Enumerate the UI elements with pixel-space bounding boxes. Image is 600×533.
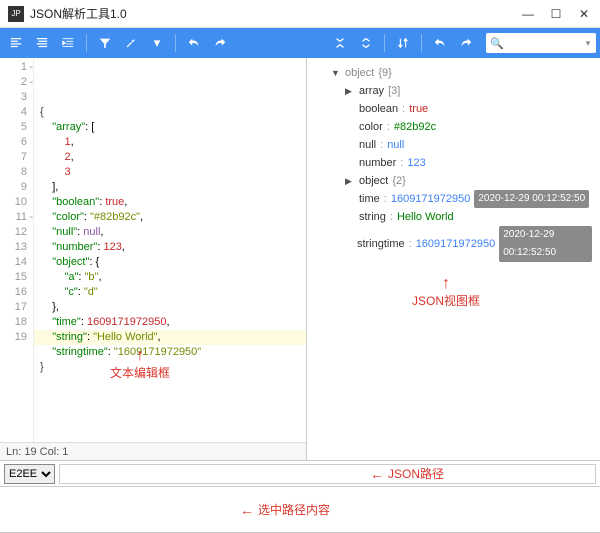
tree-key: string [359, 208, 386, 226]
tree-row[interactable]: ▶array [3] [315, 82, 592, 100]
tree-key: time [359, 190, 380, 208]
path-mode-select[interactable]: E2EE [4, 464, 55, 484]
tree-value: 1609171972950 [416, 235, 496, 253]
tree-row[interactable]: boolean : true [315, 100, 592, 118]
tree-value: true [409, 100, 428, 118]
tree-root[interactable]: ▼ object {9} [315, 64, 592, 82]
tree-key: boolean [359, 100, 398, 118]
dropdown-icon[interactable]: ▾ [145, 31, 169, 55]
tree-key: stringtime [357, 235, 405, 253]
search-icon: 🔍 [490, 37, 504, 50]
expand-icon[interactable] [354, 31, 378, 55]
tree-value: 1609171972950 [391, 190, 471, 208]
line-gutter: 12345678910111213141516171819 [0, 58, 34, 442]
editor-pane: 12345678910111213141516171819 { "array":… [0, 58, 307, 460]
tree-value: #82b92c [394, 118, 436, 136]
redo-tree-icon[interactable] [454, 31, 478, 55]
code-editor[interactable]: 12345678910111213141516171819 { "array":… [0, 58, 306, 442]
tree-value: 123 [407, 154, 425, 172]
arrow-left-icon: ← [240, 502, 254, 518]
tree-row[interactable]: ▶object {2} [315, 172, 592, 190]
titlebar: JP JSON解析工具1.0 — ☐ ✕ [0, 0, 600, 28]
close-button[interactable]: ✕ [570, 0, 598, 28]
annotation-content: ← 选中路径内容 [240, 501, 330, 518]
timestamp-badge: 2020-12-29 00:12:52:50 [474, 190, 589, 208]
content-bar: ← 选中路径内容 [0, 487, 600, 533]
tree-root-count: {9} [378, 64, 391, 82]
search-box[interactable]: 🔍 ▾ [486, 33, 596, 53]
search-dropdown-icon[interactable]: ▾ [586, 38, 591, 49]
tree-meta: [3] [388, 82, 400, 100]
tree-pane[interactable]: ▼ object {9} ▶array [3]boolean : truecol… [307, 58, 600, 460]
window-title: JSON解析工具1.0 [30, 5, 514, 22]
annotation-content-label: 选中路径内容 [258, 501, 330, 518]
undo-tree-icon[interactable] [428, 31, 452, 55]
path-bar: E2EE ← JSON路径 [0, 461, 600, 487]
tree-key: array [359, 82, 384, 100]
status-line: Ln: 19 Col: 1 [0, 442, 306, 460]
timestamp-badge: 2020-12-29 00:12:52:50 [499, 226, 592, 262]
sort-icon[interactable] [391, 31, 415, 55]
collapse-icon[interactable] [328, 31, 352, 55]
tree-key: number [359, 154, 396, 172]
triangle-down-icon[interactable]: ▼ [331, 64, 341, 82]
tree-row[interactable]: string : Hello World [315, 208, 592, 226]
tree-meta: {2} [392, 172, 405, 190]
toolbar: ▾ 🔍 ▾ [0, 28, 600, 58]
tree-value: null [387, 136, 404, 154]
tree-root-label: object [345, 64, 374, 82]
indent-icon[interactable] [56, 31, 80, 55]
tree-row[interactable]: color : #82b92c [315, 118, 592, 136]
maximize-button[interactable]: ☐ [542, 0, 570, 28]
triangle-right-icon[interactable]: ▶ [345, 82, 355, 100]
tree-row[interactable]: null : null [315, 136, 592, 154]
tree-value: Hello World [397, 208, 454, 226]
search-input[interactable] [506, 37, 586, 49]
annotation-tree: ↑ JSON视图框 [412, 276, 480, 310]
arrow-up-icon: ↑ [442, 276, 450, 292]
minimize-button[interactable]: — [514, 0, 542, 28]
wrench-icon[interactable] [119, 31, 143, 55]
align-left-icon[interactable] [4, 31, 28, 55]
align-icon[interactable] [30, 31, 54, 55]
path-input[interactable] [59, 464, 596, 484]
tree-key: color [359, 118, 383, 136]
main-split: 12345678910111213141516171819 { "array":… [0, 58, 600, 461]
app-icon: JP [8, 6, 24, 22]
tree-key: object [359, 172, 388, 190]
tree-key: null [359, 136, 376, 154]
undo-icon[interactable] [182, 31, 206, 55]
cursor-position: Ln: 19 Col: 1 [6, 446, 68, 458]
triangle-right-icon[interactable]: ▶ [345, 172, 355, 190]
filter-icon[interactable] [93, 31, 117, 55]
tree-row[interactable]: number : 123 [315, 154, 592, 172]
tree-row[interactable]: stringtime : 1609171972950 2020-12-29 00… [315, 226, 592, 262]
code-body[interactable]: { "array": [ 1, 2, 3 ], "boolean": true,… [34, 58, 306, 442]
redo-icon[interactable] [208, 31, 232, 55]
tree-row[interactable]: time : 1609171972950 2020-12-29 00:12:52… [315, 190, 592, 208]
annotation-tree-label: JSON视图框 [412, 292, 480, 310]
